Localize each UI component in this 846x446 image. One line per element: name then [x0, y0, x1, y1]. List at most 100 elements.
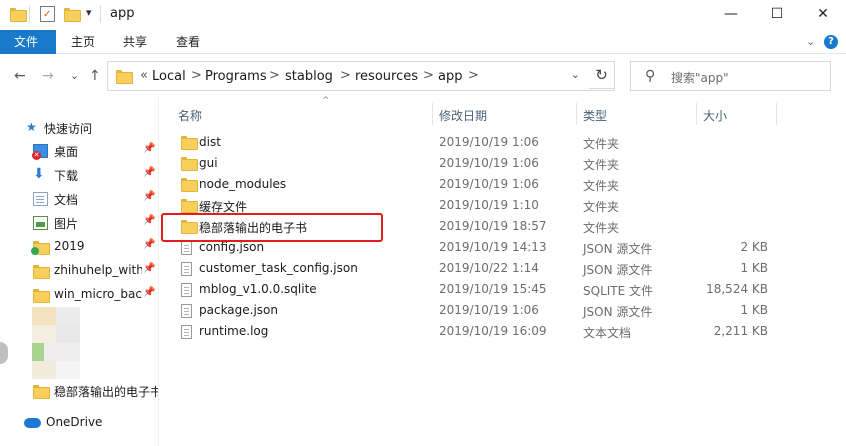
address-history-dropdown[interactable]: ⌄	[571, 68, 580, 81]
sidebar-item-desktop[interactable]: ✕ 桌面 📌	[0, 140, 159, 162]
table-row[interactable]: mblog_v1.0.0.sqlite 2019/10/19 15:45 SQL…	[160, 279, 846, 300]
folder-icon	[33, 265, 50, 279]
refresh-button[interactable]: ↻	[589, 61, 615, 89]
breadcrumb-separator[interactable]: >	[340, 68, 351, 83]
breadcrumb-stablog[interactable]: stablog	[285, 69, 333, 84]
table-row[interactable]: node_modules 2019/10/19 1:06 文件夹	[160, 174, 846, 195]
breadcrumb-programs[interactable]: Programs	[205, 69, 267, 84]
tab-share[interactable]: 共享	[109, 30, 161, 54]
breadcrumb-separator[interactable]: >	[269, 68, 280, 83]
sidebar-item-pictures[interactable]: 图片 📌	[0, 212, 159, 234]
table-row[interactable]: gui 2019/10/19 1:06 文件夹	[160, 153, 846, 174]
sidebar-item-onedrive[interactable]: OneDrive	[0, 412, 159, 434]
back-button[interactable]: ←	[14, 68, 26, 84]
breadcrumb-separator[interactable]: >	[191, 68, 202, 83]
folder-icon	[33, 289, 50, 303]
folder-icon	[181, 136, 198, 150]
sidebar-item-zhihuhelp[interactable]: zhihuhelp_with_ 📌	[0, 260, 159, 282]
search-input[interactable]: 搜索"app"	[671, 69, 729, 86]
column-divider[interactable]	[432, 103, 433, 125]
pin-icon[interactable]: 📌	[143, 239, 155, 250]
breadcrumb-separator[interactable]: >	[423, 68, 434, 83]
sidebar-item-label: 图片	[54, 217, 79, 231]
help-icon[interactable]: ?	[824, 35, 838, 49]
new-folder-icon[interactable]	[64, 8, 81, 22]
column-header-name[interactable]: 名称	[178, 107, 202, 124]
pin-icon[interactable]: 📌	[143, 167, 155, 178]
breadcrumb-separator[interactable]: >	[468, 68, 479, 83]
table-row[interactable]: runtime.log 2019/10/19 16:09 文本文档 2,211 …	[160, 321, 846, 342]
sidebar-item-label: 文档	[54, 193, 79, 207]
forward-button[interactable]: →	[42, 68, 54, 84]
pin-icon[interactable]: 📌	[143, 263, 155, 274]
file-name: gui	[199, 156, 218, 170]
folder-icon	[10, 8, 27, 22]
divider	[100, 5, 101, 23]
search-box[interactable]: ⚲ 搜索"app"	[630, 61, 831, 91]
column-divider[interactable]	[576, 103, 577, 125]
column-header-type[interactable]: 类型	[583, 107, 607, 124]
sidebar-item-2019[interactable]: 2019 📌	[0, 236, 159, 258]
quick-access-toolbar-dropdown[interactable]: ▾	[86, 6, 92, 19]
table-row[interactable]: package.json 2019/10/19 1:06 JSON 源文件 1 …	[160, 300, 846, 321]
table-row[interactable]: dist 2019/10/19 1:06 文件夹	[160, 132, 846, 153]
close-button[interactable]: ✕	[800, 0, 846, 30]
file-date: 2019/10/19 15:45	[439, 282, 547, 296]
column-divider[interactable]	[776, 103, 777, 125]
up-button[interactable]: ↑	[89, 68, 101, 84]
expand-ribbon-icon[interactable]: ⌄	[806, 35, 815, 48]
json-file-icon	[181, 304, 192, 318]
file-name: package.json	[199, 303, 279, 317]
file-size: 2 KB	[740, 240, 768, 254]
sidebar-item-label: win_micro_back	[54, 287, 142, 301]
ribbon-tabs: 文件 主页 共享 查看 ⌄ ?	[0, 30, 846, 54]
maximize-button[interactable]: ☐	[754, 0, 800, 30]
folder-icon	[116, 70, 133, 84]
file-type: 文件夹	[583, 137, 620, 151]
window-title: app	[110, 6, 135, 21]
scrollbar-thumb[interactable]	[0, 342, 8, 364]
tab-view[interactable]: 查看	[162, 30, 214, 54]
breadcrumb-resources[interactable]: resources	[355, 69, 418, 84]
file-size: 1 KB	[740, 303, 768, 317]
sidebar-item-documents[interactable]: 文档 📌	[0, 188, 159, 210]
download-icon: ⬇	[33, 166, 45, 182]
recent-locations-button[interactable]: ⌄	[70, 69, 79, 82]
quick-access[interactable]: ★ 快速访问	[0, 117, 159, 139]
sidebar-item-ebook-folder[interactable]: 稳部落输出的电子书	[0, 380, 159, 402]
cloud-icon	[24, 418, 41, 428]
sidebar-item-win-micro-back[interactable]: win_micro_back 📌	[0, 284, 159, 306]
pin-icon[interactable]: 📌	[143, 143, 155, 154]
sidebar-item-label: zhihuhelp_with_	[54, 263, 142, 277]
breadcrumb-local[interactable]: Local	[152, 69, 186, 84]
file-name: node_modules	[199, 177, 287, 191]
column-header-size[interactable]: 大小	[703, 107, 727, 124]
properties-icon[interactable]: ✓	[40, 6, 55, 22]
sidebar-item-label: 稳部落输出的电子书	[54, 385, 158, 399]
pin-icon[interactable]: 📌	[143, 215, 155, 226]
pin-icon[interactable]: 📌	[143, 287, 155, 298]
folder-icon	[31, 241, 50, 255]
file-type: JSON 源文件	[583, 242, 653, 256]
column-header-date[interactable]: 修改日期	[439, 107, 487, 124]
title-bar: ✓ ▾ app — ☐ ✕	[0, 0, 846, 30]
tab-file[interactable]: 文件	[0, 30, 56, 54]
search-icon: ⚲	[645, 68, 656, 84]
text-file-icon	[181, 325, 192, 339]
breadcrumb-app[interactable]: app	[438, 69, 462, 84]
table-row[interactable]: customer_task_config.json 2019/10/22 1:1…	[160, 258, 846, 279]
minimize-button[interactable]: —	[708, 0, 754, 30]
folder-icon	[181, 199, 198, 213]
column-divider[interactable]	[696, 103, 697, 125]
tab-home[interactable]: 主页	[57, 30, 109, 54]
redacted-area	[32, 307, 80, 379]
divider	[29, 5, 30, 23]
file-size: 18,524 KB	[706, 282, 768, 296]
file-type: 文件夹	[583, 158, 620, 172]
sidebar-item-downloads[interactable]: ⬇ 下载 📌	[0, 164, 159, 186]
pin-icon[interactable]: 📌	[143, 191, 155, 202]
file-type: JSON 源文件	[583, 305, 653, 319]
path-overflow[interactable]: «	[140, 68, 148, 83]
address-bar[interactable]: « Local > Programs > stablog > resources…	[107, 61, 615, 91]
quick-access-label: 快速访问	[44, 122, 93, 136]
